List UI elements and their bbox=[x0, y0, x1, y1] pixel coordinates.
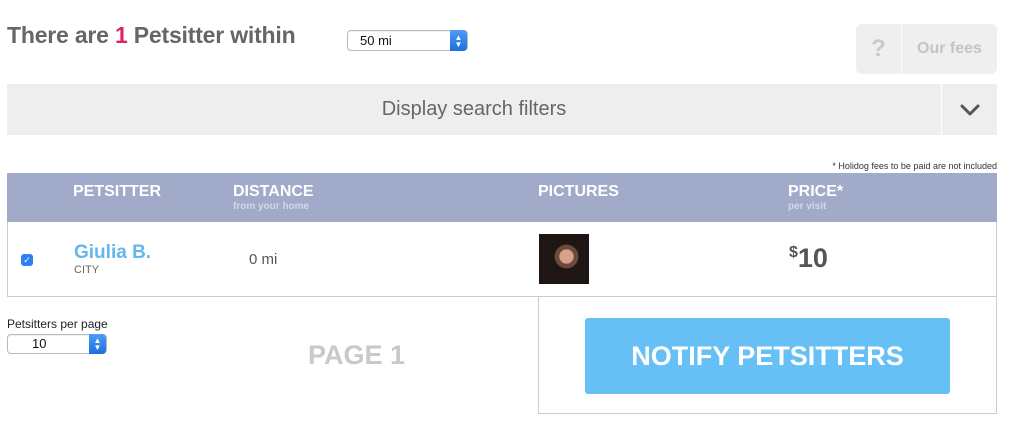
price-value: 10 bbox=[797, 243, 828, 273]
select-checkbox[interactable]: ✓ bbox=[21, 254, 33, 266]
column-header-distance: DISTANCE from your home bbox=[233, 183, 314, 212]
column-header-price: PRICE* per visit bbox=[788, 183, 844, 212]
page-indicator: PAGE 1 bbox=[308, 340, 406, 370]
petsitter-table: PETSITTER DISTANCE from your home PICTURE… bbox=[7, 173, 997, 297]
petsitter-name[interactable]: Giulia B. bbox=[74, 242, 151, 264]
petsitter-price: $10 bbox=[789, 243, 828, 274]
help-icon: ? bbox=[856, 24, 902, 74]
column-header-petsitter: PETSITTER bbox=[73, 183, 162, 200]
petsitter-distance: 0 mi bbox=[249, 251, 278, 268]
notify-panel: NOTIFY PETSITTERS bbox=[538, 297, 997, 414]
select-arrows-icon: ▲ ▼ bbox=[450, 30, 467, 51]
fees-note: * Holidog fees to be paid are not includ… bbox=[832, 161, 997, 171]
per-page-select[interactable]: 10 ▲ ▼ bbox=[7, 334, 107, 354]
search-filters-toggle[interactable]: Display search filters bbox=[7, 84, 997, 135]
price-currency: $ bbox=[789, 244, 798, 261]
radius-value: 50 mi bbox=[360, 33, 392, 48]
per-page-value: 10 bbox=[32, 336, 47, 351]
petsitter-photo[interactable] bbox=[539, 234, 589, 284]
petsitter-city: CITY bbox=[74, 264, 100, 276]
chevron-down-icon[interactable] bbox=[941, 84, 997, 135]
per-page-label: Petsitters per page bbox=[7, 317, 108, 331]
heading-prefix: There are bbox=[7, 22, 109, 48]
table-header: PETSITTER DISTANCE from your home PICTURE… bbox=[7, 173, 997, 222]
column-subheader-distance: from your home bbox=[233, 201, 310, 212]
result-count: 1 bbox=[114, 22, 128, 48]
column-header-pictures: PICTURES bbox=[538, 183, 619, 200]
radius-select[interactable]: 50 mi ▲ ▼ bbox=[347, 30, 468, 51]
search-filters-label: Display search filters bbox=[381, 98, 567, 120]
notify-petsitters-button[interactable]: NOTIFY PETSITTERS bbox=[585, 318, 950, 394]
heading-suffix: Petsitter within bbox=[133, 22, 296, 48]
table-row: ✓ Giulia B. CITY 0 mi $10 bbox=[7, 222, 997, 297]
results-heading: There are 1 Petsitter within bbox=[7, 22, 296, 49]
select-arrows-icon: ▲ ▼ bbox=[89, 334, 106, 354]
our-fees-label: Our fees bbox=[917, 40, 982, 57]
column-subheader-price: per visit bbox=[788, 201, 827, 212]
our-fees-button[interactable]: ? Our fees bbox=[856, 24, 997, 74]
